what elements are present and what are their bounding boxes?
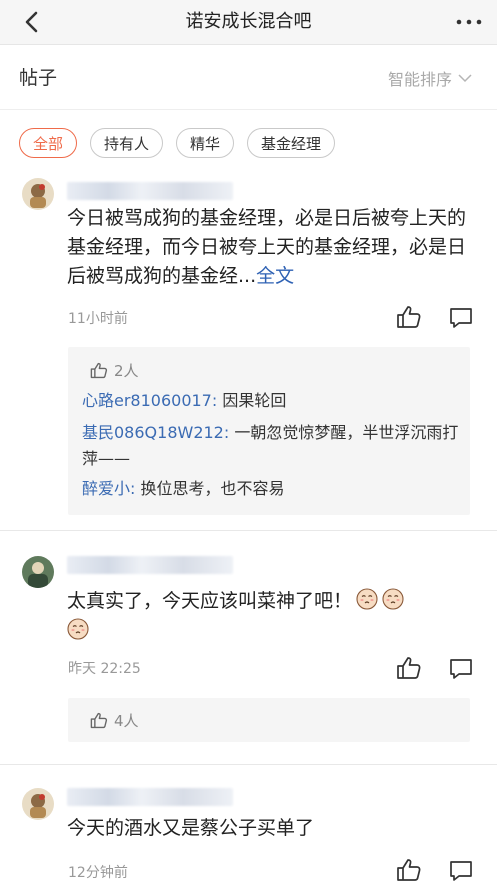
navigation-bar: 诺安成长混合吧 [0,0,497,45]
post-item: 今天的酒水又是蔡公子买单了 12分钟前 [0,778,497,895]
post-content[interactable]: 今日被骂成狗的基金经理，必是日后被夸上天的基金经理，而今日被夸上天的基金经理，必… [67,204,467,291]
divider [0,530,497,531]
like-count: 2人 [90,360,139,381]
chevron-down-icon [458,74,472,83]
comment-icon[interactable] [448,306,474,330]
avatar[interactable] [22,556,54,588]
divider [0,764,497,765]
pray-face-emoji-icon [356,588,378,610]
post-time: 12分钟前 [68,865,128,881]
reply-box: 4人 [68,698,470,742]
filter-all[interactable]: 全部 [19,128,78,158]
thumbs-up-icon[interactable] [396,305,422,329]
comment-icon[interactable] [448,859,474,883]
post-time: 昨天 22:25 [68,661,141,677]
pray-face-emoji-icon [382,588,404,610]
post-item: 太真实了，今天应该叫菜神了吧！ 昨天 22:25 4人 [0,544,497,759]
filter-featured[interactable]: 精华 [176,128,235,158]
thumbs-up-icon[interactable] [396,858,422,882]
read-more-link[interactable]: 全文 [256,265,294,287]
section-title: 帖子 [19,67,58,89]
post-content[interactable]: 太真实了，今天应该叫菜神了吧！ [67,586,457,646]
post-time: 11小时前 [68,311,128,327]
post-item: 今日被骂成狗的基金经理，必是日后被夸上天的基金经理，而今日被夸上天的基金经理，必… [0,170,497,530]
sort-label: 智能排序 [387,70,452,89]
pray-face-emoji-icon [67,618,89,640]
posts-section-header: 帖子 智能排序 [0,45,497,110]
more-dots-icon[interactable] [455,8,483,36]
thumbs-up-icon [90,362,108,379]
comment-icon[interactable] [448,657,474,681]
username-blurred [67,788,233,806]
reply-username[interactable]: 醉爱小: [82,479,135,498]
username-blurred [67,182,233,200]
post-content[interactable]: 今天的酒水又是蔡公子买单了 [67,814,467,843]
filter-chips: 全部 持有人 精华 基金经理 [19,128,336,158]
thumbs-up-icon[interactable] [396,656,422,680]
filter-holders[interactable]: 持有人 [90,128,164,158]
reply-item[interactable]: 心路er81060017: 因果轮回 [82,388,462,414]
thumbs-up-icon [90,712,108,729]
reply-box: 2人 心路er81060017: 因果轮回 基民086Q18W212: 一朝忽觉… [68,347,470,515]
filter-fund-managers[interactable]: 基金经理 [247,128,336,158]
reply-username[interactable]: 基民086Q18W212: [82,423,229,442]
username-blurred [67,556,233,574]
avatar[interactable] [22,788,54,820]
like-count: 4人 [90,710,139,731]
reply-item[interactable]: 醉爱小: 换位思考，也不容易 [82,476,462,502]
page-title: 诺安成长混合吧 [185,11,312,32]
avatar[interactable] [22,178,54,210]
sort-dropdown[interactable]: 智能排序 [388,66,472,90]
reply-username[interactable]: 心路er81060017: [82,391,217,410]
reply-item[interactable]: 基民086Q18W212: 一朝忽觉惊梦醒，半世浮沉雨打萍—— [82,420,462,472]
